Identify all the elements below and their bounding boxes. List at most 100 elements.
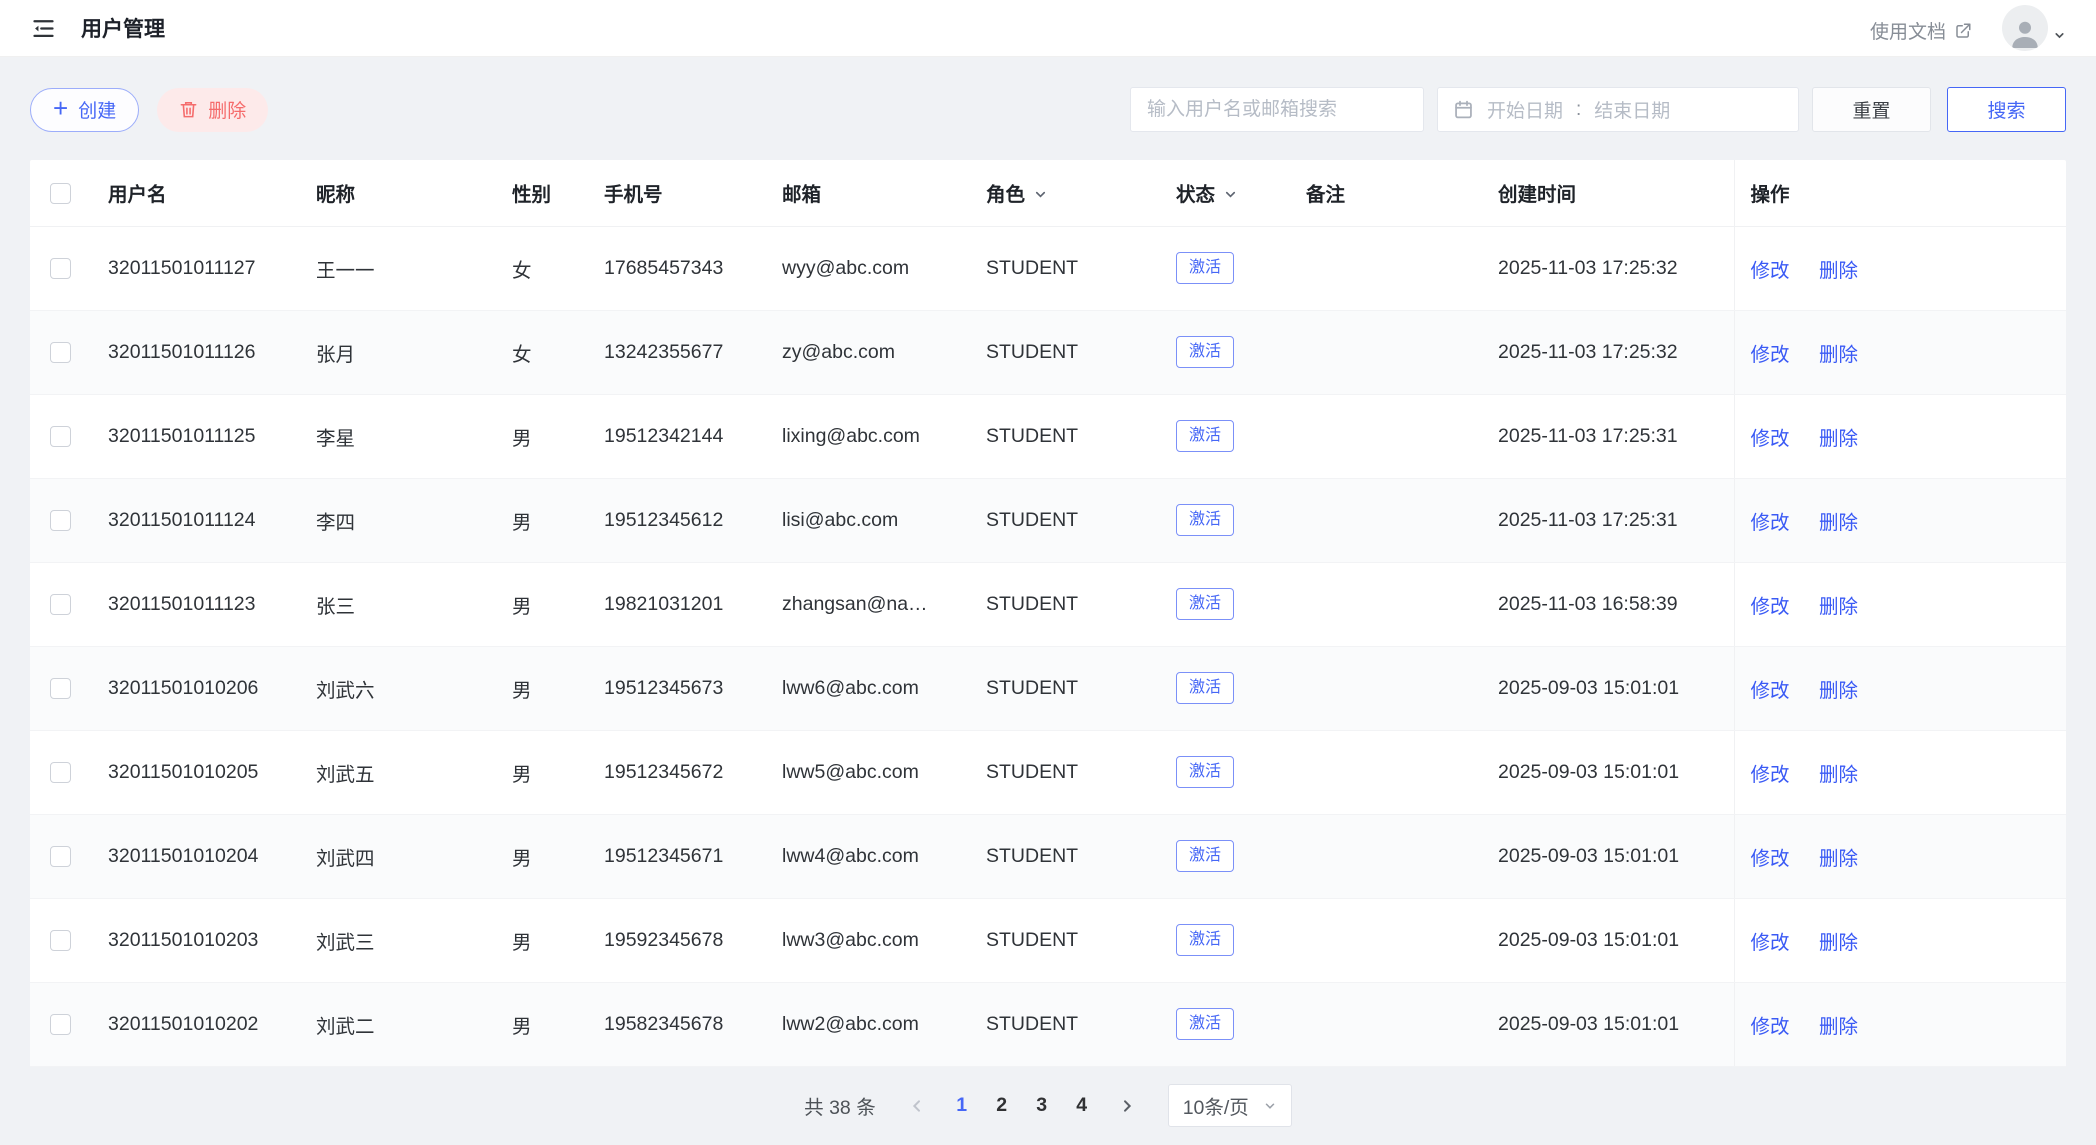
cell-role: STUDENT [980,310,1170,394]
cell-role: STUDENT [980,226,1170,310]
status-filter-caret-icon[interactable] [1223,187,1238,202]
table-row: 32011501010203 刘武三 男 19592345678 lww3@ab… [30,898,2066,982]
create-button[interactable]: + 创建 [30,88,139,132]
cell-username: 32011501011126 [102,310,310,394]
cell-phone: 19582345678 [598,982,776,1066]
docs-link-label: 使用文档 [1870,17,1946,44]
row-checkbox[interactable] [50,510,71,531]
table-row: 32011501010206 刘武六 男 19512345673 lww6@ab… [30,646,2066,730]
row-checkbox[interactable] [50,846,71,867]
next-page-icon[interactable] [1108,1098,1146,1114]
page-button[interactable]: 4 [1062,1084,1102,1128]
cell-username: 32011501010206 [102,646,310,730]
cell-remark [1300,562,1492,646]
row-checkbox[interactable] [50,594,71,615]
table-row: 32011501010202 刘武二 男 19582345678 lww2@ab… [30,982,2066,1066]
row-delete-link[interactable]: 删除 [1819,764,1858,786]
edit-link[interactable]: 修改 [1751,932,1790,954]
cell-actions: 修改 删除 [1734,982,2066,1066]
cell-role: STUDENT [980,814,1170,898]
topbar: 用户管理 使用文档 [0,0,2096,57]
row-checkbox[interactable] [50,342,71,363]
menu-fold-icon[interactable] [30,15,57,42]
row-delete-link[interactable]: 删除 [1819,428,1858,450]
avatar[interactable] [2002,5,2048,51]
edit-link[interactable]: 修改 [1751,1016,1790,1038]
delete-button[interactable]: 删除 [157,88,268,132]
avatar-caret-icon[interactable] [2053,29,2066,47]
search-input[interactable] [1130,87,1424,132]
row-delete-link[interactable]: 删除 [1819,512,1858,534]
row-delete-link[interactable]: 删除 [1819,848,1858,870]
edit-link[interactable]: 修改 [1751,428,1790,450]
edit-link[interactable]: 修改 [1751,680,1790,702]
row-checkbox[interactable] [50,678,71,699]
row-checkbox[interactable] [50,258,71,279]
page-button[interactable]: 3 [1022,1084,1062,1128]
col-header-phone: 手机号 [598,160,776,226]
cell-gender: 女 [506,310,598,394]
row-checkbox[interactable] [50,426,71,447]
row-delete-link[interactable]: 删除 [1819,680,1858,702]
row-delete-link[interactable]: 删除 [1819,1016,1858,1038]
cell-role: STUDENT [980,394,1170,478]
cell-email: lww4@abc.com [776,814,980,898]
row-delete-link[interactable]: 删除 [1819,596,1858,618]
col-header-gender: 性别 [506,160,598,226]
edit-link[interactable]: 修改 [1751,260,1790,282]
row-delete-link[interactable]: 删除 [1819,932,1858,954]
page-size-select[interactable]: 10条/页 [1168,1084,1292,1127]
cell-phone: 19512345672 [598,730,776,814]
edit-link[interactable]: 修改 [1751,344,1790,366]
cell-email: lww6@abc.com [776,646,980,730]
date-range-picker[interactable]: 开始日期 : 结束日期 [1437,87,1799,132]
docs-link[interactable]: 使用文档 [1870,17,1972,44]
cell-email: lisi@abc.com [776,478,980,562]
row-delete-link[interactable]: 删除 [1819,260,1858,282]
cell-created: 2025-09-03 15:01:01 [1492,814,1734,898]
status-badge: 激活 [1176,1008,1234,1040]
cell-created: 2025-11-03 17:25:32 [1492,310,1734,394]
cell-remark [1300,226,1492,310]
edit-link[interactable]: 修改 [1751,848,1790,870]
cell-remark [1300,898,1492,982]
cell-created: 2025-11-03 16:58:39 [1492,562,1734,646]
cell-status: 激活 [1170,226,1300,310]
row-checkbox[interactable] [50,762,71,783]
cell-role: STUDENT [980,982,1170,1066]
cell-status: 激活 [1170,562,1300,646]
page-list: 1234 [942,1084,1102,1128]
cell-email: zhangsan@na… [776,562,980,646]
page-button[interactable]: 2 [982,1084,1022,1128]
table-row: 32011501010204 刘武四 男 19512345671 lww4@ab… [30,814,2066,898]
cell-actions: 修改 删除 [1734,562,2066,646]
cell-actions: 修改 删除 [1734,394,2066,478]
search-button[interactable]: 搜索 [1947,87,2066,132]
edit-link[interactable]: 修改 [1751,512,1790,534]
row-checkbox[interactable] [50,1014,71,1035]
cell-actions: 修改 删除 [1734,646,2066,730]
cell-username: 32011501010202 [102,982,310,1066]
edit-link[interactable]: 修改 [1751,596,1790,618]
page-title: 用户管理 [81,13,165,43]
create-button-label: 创建 [78,96,116,123]
page-button[interactable]: 1 [942,1084,982,1128]
status-badge: 激活 [1176,756,1234,788]
page-size-label: 10条/页 [1183,1091,1249,1120]
reset-button[interactable]: 重置 [1812,87,1931,132]
select-all-checkbox[interactable] [50,183,71,204]
prev-page-icon[interactable] [898,1098,936,1114]
edit-link[interactable]: 修改 [1751,764,1790,786]
row-delete-link[interactable]: 删除 [1819,344,1858,366]
cell-created: 2025-11-03 17:25:31 [1492,478,1734,562]
user-icon [2007,15,2043,51]
cell-status: 激活 [1170,898,1300,982]
table-row: 32011501011127 王一一 女 17685457343 wyy@abc… [30,226,2066,310]
role-filter-caret-icon[interactable] [1033,187,1048,202]
cell-username: 32011501011125 [102,394,310,478]
col-header-role: 角色 [980,160,1170,226]
pagination-total: 共 38 条 [804,1091,876,1120]
table-body: 32011501011127 王一一 女 17685457343 wyy@abc… [30,226,2066,1066]
row-checkbox[interactable] [50,930,71,951]
status-badge: 激活 [1176,336,1234,368]
